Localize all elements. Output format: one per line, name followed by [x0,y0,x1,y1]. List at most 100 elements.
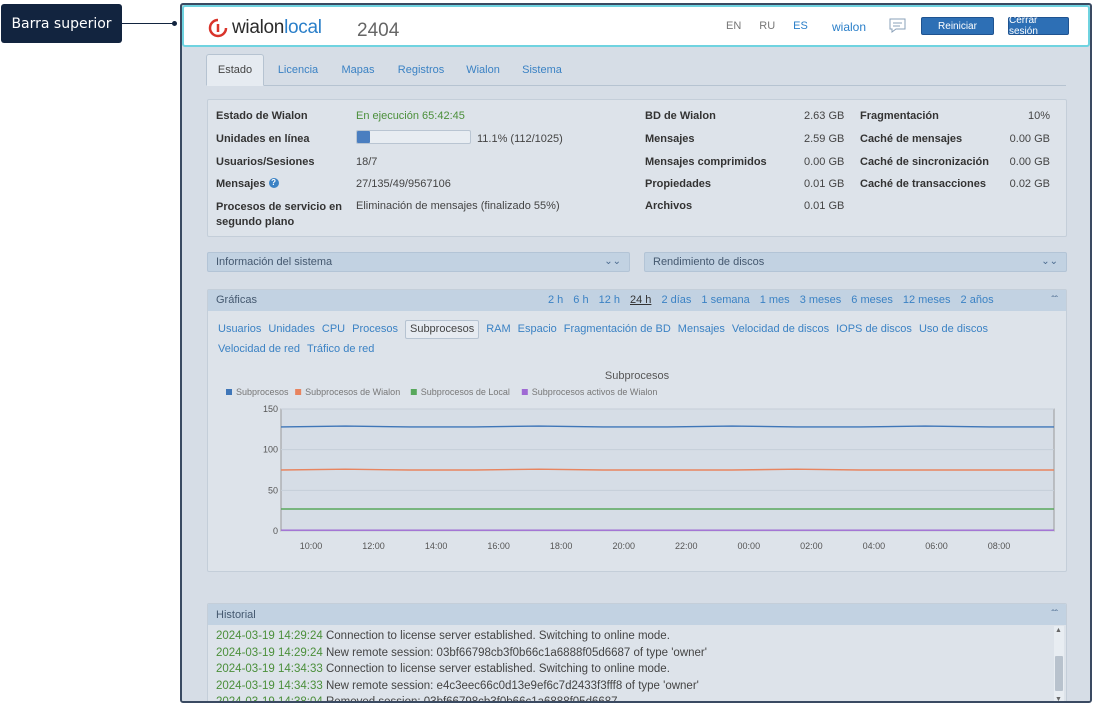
tab-wialon[interactable]: Wialon [458,54,508,86]
metric-tab[interactable]: Usuarios [218,319,261,339]
system-info-title: Información del sistema [216,256,333,268]
metric-tab[interactable]: Velocidad de discos [732,319,829,339]
disk-performance-panel[interactable]: Rendimiento de discos ⌄⌄ [644,252,1067,272]
log-message: Connection to license server established… [325,663,670,675]
lang-en[interactable]: EN [726,20,741,32]
history-panel: Historial ˆˆ 2024-03-19 14:29:24 Connect… [207,603,1067,703]
period-option[interactable]: 2 años [961,294,994,306]
scroll-down-icon[interactable]: ▼ [1055,696,1062,701]
chevron-up-icon[interactable]: ˆˆ [1051,609,1058,620]
period-option[interactable]: 6 h [573,294,588,306]
x-tick-label: 18:00 [550,541,573,551]
properties-label: Propiedades [645,178,712,190]
metric-tab[interactable]: RAM [486,319,510,339]
files-value: 0.01 GB [804,200,845,212]
user-name[interactable]: wialon [832,20,866,34]
restart-button[interactable]: Reiniciar [921,17,994,35]
metric-tab[interactable]: IOPS de discos [836,319,912,339]
metric-tabs: Usuarios Unidades CPU Procesos Subprocesos RA… [218,319,1038,359]
y-tick-label: 0 [273,526,278,536]
chevron-down-icon: ⌄⌄ [604,256,621,267]
metric-tab[interactable]: Unidades [268,319,314,339]
help-icon[interactable]: ? [268,178,279,188]
messages-value: 27/135/49/9567106 [356,178,451,190]
period-option[interactable]: 2 días [661,294,691,306]
sync-cache-value: 0.00 GB [1009,156,1050,168]
log-message: Removed session: 03bf66798cb3f0b66c1a688… [325,696,618,703]
scroll-thumb[interactable] [1055,656,1063,691]
chevron-up-icon[interactable]: ˆˆ [1051,295,1058,306]
x-tick-label: 14:00 [425,541,448,551]
x-tick-label: 12:00 [362,541,385,551]
x-tick-label: 20:00 [612,541,635,551]
log-entry: 2024-03-19 14:38:04 Removed session: 03b… [216,694,707,703]
lang-ru[interactable]: RU [759,20,775,32]
files-label: Archivos [645,200,693,212]
metric-tab[interactable]: Mensajes [678,319,725,339]
tab-estado[interactable]: Estado [206,54,264,86]
log-entry: 2024-03-19 14:34:33 Connection to licens… [216,661,707,678]
history-log: 2024-03-19 14:29:24 Connection to licens… [216,628,707,703]
background-processes-value: Eliminación de mensajes (finalizado 55%) [356,200,560,212]
scroll-up-icon[interactable]: ▲ [1055,627,1062,634]
metric-tab[interactable]: Fragmentación de BD [564,319,671,339]
metric-tab[interactable]: Procesos [352,319,398,339]
tx-cache-value: 0.02 GB [1009,178,1050,190]
period-option[interactable]: 1 mes [760,294,790,306]
period-option[interactable]: 2 h [548,294,563,306]
build-number: 2404 [357,20,400,41]
properties-value: 0.01 GB [804,178,845,190]
annotation-label: Barra superior [11,15,112,32]
charts-header: Gráficas 2 h 6 h 12 h 24 h 2 días 1 semana 1 m… [208,290,1066,311]
progress-fill [357,131,370,143]
metric-tab[interactable]: CPU [322,319,345,339]
top-bar: wialonlocal 2404 EN RU ES wialon Reinici… [182,5,1090,47]
logo-text: wialonlocal [232,17,322,39]
chat-icon[interactable] [889,18,906,33]
callout-dot [172,21,177,26]
period-option[interactable]: 6 meses [851,294,893,306]
threads-chart: Subprocesos Subprocesos Subprocesos de Wia… [226,370,1055,551]
y-tick-label: 50 [268,485,278,495]
callout-line [122,23,174,24]
msg-cache-label: Caché de mensajes [860,133,963,145]
legend-label: Subprocesos activos de Wialon [532,387,658,397]
lang-es[interactable]: ES [793,20,808,32]
metric-tab[interactable]: Subprocesos [404,320,480,339]
tab-mapas[interactable]: Mapas [332,54,384,86]
db-messages-value: 2.59 GB [804,133,845,145]
log-message: New remote session: 03bf66798cb3f0b66c1a… [325,646,707,659]
x-tick-label: 22:00 [675,541,698,551]
logout-button[interactable]: Cerrar sesión [1008,15,1069,37]
y-tick-label: 100 [263,445,278,455]
metric-tab[interactable]: Tráfico de red [307,339,374,359]
period-option[interactable]: 24 h [630,294,651,306]
disk-performance-title: Rendimiento de discos [653,256,765,268]
tab-sistema[interactable]: Sistema [514,54,570,86]
users-sessions-label: Usuarios/Sesiones [216,156,315,168]
tx-cache-label: Caché de transacciones [860,178,986,190]
series-line [280,425,1054,428]
charts-title: Gráficas [216,294,257,306]
log-timestamp: 2024-03-19 14:34:33 [216,663,326,675]
db-messages-label: Mensajes [645,133,695,145]
status-panel: Estado de Wialon En ejecución 65:42:45 U… [207,99,1067,237]
history-scrollbar[interactable]: ▲ ▼ [1054,626,1064,701]
period-option[interactable]: 12 meses [903,294,951,306]
tab-licencia[interactable]: Licencia [268,54,328,86]
period-option[interactable]: 3 meses [800,294,842,306]
tab-registros[interactable]: Registros [390,54,452,86]
metric-tab[interactable]: Velocidad de red [218,339,300,359]
messages-label: Mensajes ? [216,178,279,190]
legend-swatch [226,389,232,395]
history-title: Historial [216,608,256,621]
status-value: En ejecución 65:42:45 [356,110,465,122]
system-info-panel[interactable]: Información del sistema ⌄⌄ [207,252,630,272]
metric-tab[interactable]: Uso de discos [919,319,988,339]
period-option[interactable]: 12 h [599,294,620,306]
metric-tab[interactable]: Espacio [518,319,557,339]
log-timestamp: 2024-03-19 14:29:24 [216,630,326,642]
charts-panel: Gráficas 2 h 6 h 12 h 24 h 2 días 1 semana 1 m… [207,289,1067,572]
period-option[interactable]: 1 semana [701,294,749,306]
x-tick-label: 06:00 [925,541,948,551]
